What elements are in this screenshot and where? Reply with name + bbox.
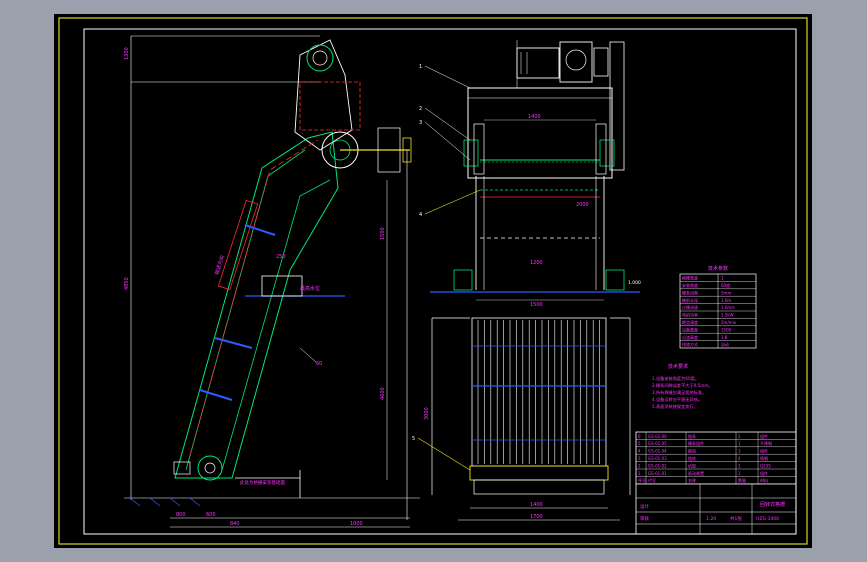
params-value: 1.8 (721, 335, 728, 340)
tb-designer: 设计 (640, 503, 649, 510)
dim-lower-height: 4600 (380, 387, 386, 400)
balloon-1: 1 (419, 64, 422, 70)
dim-mid-width: 2000 (576, 202, 589, 208)
note-line: 1.设备安装角度为60度。 (652, 375, 699, 382)
dim-top-width: 1400 (528, 114, 541, 120)
bom-cell: 代号 (648, 477, 656, 483)
params-key: 电机功率 (682, 312, 698, 318)
dim-mid-height: 1500 (380, 227, 386, 240)
bom-cell: GS-01-02 (648, 463, 667, 468)
note-line: 4.设备运转应平稳无异响。 (652, 396, 702, 403)
cad-drawing: 1300 4850 1500 4600 输送方向 最高水位 250 60 此处为… (0, 0, 867, 562)
balloon-4: 4 (419, 212, 422, 218)
dim-rake-width: 1200 (530, 260, 543, 266)
tb-checker: 审核 (640, 515, 649, 522)
params-key: 过栅流速 (682, 304, 698, 310)
tb-sheet: 共1张 (730, 515, 742, 522)
dim-base-width: 1400 (530, 502, 543, 508)
bom-cell: 序号 (638, 477, 646, 483)
bom-cell: GS-01-05 (648, 441, 667, 446)
dim-top-height: 1300 (124, 47, 130, 60)
bom-cell: 链条 (688, 433, 696, 439)
bom-cell: 栅条组件 (688, 440, 704, 446)
params-value: 5mm (721, 290, 731, 295)
bom-cell: 机架 (688, 462, 696, 468)
bom-cell: 不锈钢 (760, 440, 772, 446)
bom-cell: Q235 (760, 463, 771, 468)
dim-overall-height: 4850 (124, 277, 130, 290)
bom-cell: 组件 (760, 470, 768, 476)
params-key: 安装角度 (682, 282, 698, 288)
balloon-2: 2 (419, 106, 422, 112)
tb-scale: 1:20 (706, 516, 716, 522)
balloon-3: 3 (419, 120, 422, 126)
slot-dim: 250 (276, 254, 286, 260)
bom-cell: 链轮 (688, 455, 696, 461)
dim-bottom-c: 1000 (350, 521, 363, 527)
params-key: 出渣高度 (682, 334, 698, 340)
bom-cell: 铸钢 (760, 455, 768, 461)
floor-level-label: 1.000 (628, 280, 641, 286)
note-line: 5.表面涂装按规定执行。 (652, 403, 698, 410)
dim-bottom-d: 840 (230, 521, 240, 527)
note-line: 2.栅条间隙误差不大于0.5mm。 (652, 382, 713, 389)
params-value: 自动 (721, 341, 729, 347)
tb-drawing-no: HZG-1000 (756, 516, 779, 522)
drawing-svg: 1300 4850 1500 4600 输送方向 最高水位 250 60 此处为… (54, 14, 812, 548)
params-value: 1.0m (721, 298, 731, 303)
params-value: 1.0m/s (721, 305, 735, 310)
params-key: 栅条间隙 (682, 289, 698, 295)
params-value: 1500 (721, 327, 732, 332)
dim-bottom-b: 600 (206, 512, 216, 518)
note-line: 3.所有焊缝应满足相关标准。 (652, 389, 706, 396)
dim-channel-width: 1500 (530, 302, 543, 308)
dim-depth: 3000 (424, 407, 430, 420)
params-key: 排渣方式 (682, 341, 698, 347)
drawing-sheet (54, 14, 812, 548)
params-key: 耙齿速度 (682, 319, 698, 325)
params-key: 设备重量 (682, 326, 698, 332)
params-key: 格栅宽度 (682, 275, 698, 281)
bom-cell: GS-01-01 (648, 471, 667, 476)
dim-base-outer: 1700 (530, 514, 543, 520)
params-title: 技术参数 (708, 265, 728, 272)
bom-cell: GS-01-04 (648, 449, 667, 454)
level-label: 最高水位 (300, 285, 320, 292)
bom-cell: GS-01-03 (648, 456, 667, 461)
tb-name: 回转式格栅 (760, 501, 785, 508)
params-value: 1.5kW (721, 313, 734, 318)
params-value: 60度 (721, 282, 730, 288)
balloon-5: 5 (412, 436, 415, 442)
bom-cell: 耙齿 (688, 448, 696, 454)
notes-title: 技术要求 (668, 363, 688, 370)
bom-cell: GS-01-06 (648, 434, 667, 439)
bom-cell: 名称 (688, 477, 696, 483)
bom-cell: 材料 (760, 477, 768, 483)
bom-cell: 组件 (760, 448, 768, 454)
bom-cell: 数量 (738, 477, 746, 483)
bom-cell: 驱动装置 (688, 470, 704, 476)
params-key: 栅前水深 (682, 297, 698, 303)
bottom-label: 此处为格栅安装基础面 (240, 479, 285, 486)
params-value: 2m/min (721, 320, 737, 325)
bom-cell: 组件 (760, 433, 768, 439)
dim-bottom-a: 800 (176, 512, 186, 518)
angle-dim: 60 (316, 361, 322, 367)
